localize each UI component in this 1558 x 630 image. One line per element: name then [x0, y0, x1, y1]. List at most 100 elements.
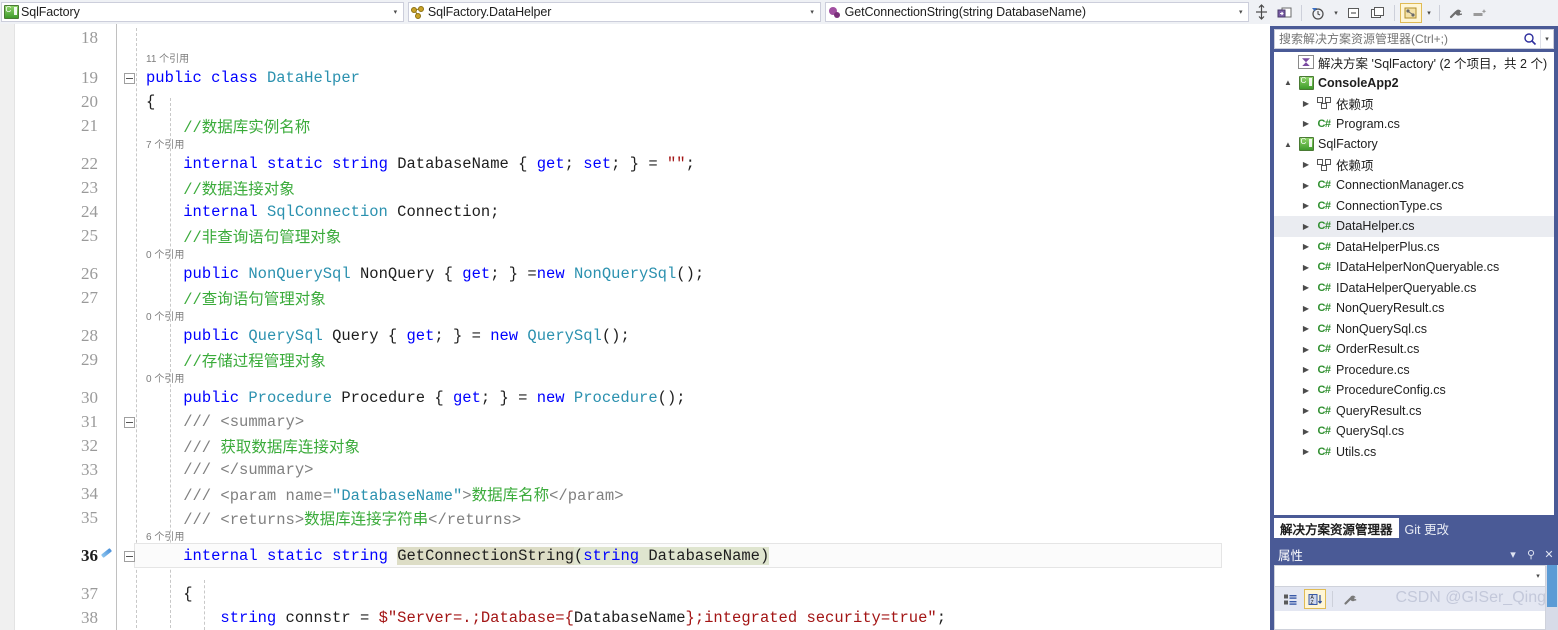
code-line[interactable]: 30 public Procedure Procedure { get; } =… — [14, 386, 1250, 410]
project-dropdown[interactable]: SqlFactory ▾ — [1, 2, 404, 22]
tree-item-connectiontype-cs[interactable]: ▶ C# ConnectionType.cs — [1274, 196, 1554, 217]
tree-item--[interactable]: ▶ 依赖项 — [1274, 155, 1554, 176]
properties-grid[interactable] — [1274, 611, 1546, 630]
properties-wrench-icon[interactable] — [1445, 3, 1467, 23]
solution-explorer-tree[interactable]: 解决方案 'SqlFactory' (2 个项目，共 2 个) ▲ ConsoleA… — [1274, 52, 1554, 515]
chevron-right-icon[interactable]: ▶ — [1298, 283, 1314, 292]
code-line[interactable]: 32 /// 获取数据库连接对象 — [14, 434, 1250, 458]
codelens-reference-count[interactable]: 0 个引用 — [146, 246, 184, 261]
scrollbar-thumb[interactable] — [1547, 565, 1557, 607]
chevron-right-icon[interactable]: ▶ — [1298, 99, 1314, 108]
search-input[interactable] — [1275, 31, 1520, 47]
code-editor[interactable]: 18 11 个引用 19 public class DataHelper 20 {21 /… — [0, 24, 1270, 630]
code-line[interactable]: 22 internal static string DatabaseName {… — [14, 152, 1250, 176]
view-class-diagram-icon[interactable] — [1400, 3, 1422, 23]
pin-icon[interactable]: ⚲ — [1522, 548, 1540, 561]
dock-tab-git-changes[interactable]: Git 更改 — [1399, 518, 1455, 538]
chevron-down-icon[interactable]: ▾ — [805, 8, 820, 16]
split-window-icon[interactable] — [1252, 1, 1270, 23]
tree-item-consoleapp2[interactable]: ▲ ConsoleApp2 — [1274, 73, 1554, 94]
chevron-right-icon[interactable]: ▶ — [1298, 427, 1314, 436]
tree-item-idatahelpernonqueryable-cs[interactable]: ▶ C# IDataHelperNonQueryable.cs — [1274, 257, 1554, 278]
chevron-right-icon[interactable]: ▶ — [1298, 201, 1314, 210]
codelens-reference-count[interactable]: 0 个引用 — [146, 370, 184, 385]
close-icon[interactable]: ✕ — [1540, 548, 1558, 561]
categorized-icon[interactable] — [1279, 589, 1301, 609]
chevron-down-icon[interactable]: ▾ — [1331, 3, 1341, 23]
chevron-right-icon[interactable]: ▶ — [1298, 406, 1314, 415]
codelens-reference-count[interactable]: 11 个引用 — [146, 50, 189, 65]
tree-item--sqlfactory-2-2-[interactable]: 解决方案 'SqlFactory' (2 个项目，共 2 个) — [1274, 52, 1554, 73]
code-line[interactable]: 31 /// <summary> — [14, 410, 1250, 434]
chevron-right-icon[interactable]: ▶ — [1298, 304, 1314, 313]
dock-tab-solution-explorer[interactable]: 解决方案资源管理器 — [1274, 518, 1399, 538]
collapse-region-toggle[interactable] — [124, 416, 135, 428]
pending-changes-filter-icon[interactable] — [1307, 3, 1329, 23]
tree-item-utils-cs[interactable]: ▶ C# Utils.cs — [1274, 442, 1554, 463]
chevron-right-icon[interactable]: ▶ — [1298, 365, 1314, 374]
chevron-down-icon[interactable]: ▾ — [388, 8, 403, 16]
codelens-reference-count[interactable]: 7 个引用 — [146, 136, 184, 151]
collapse-region-toggle[interactable] — [124, 72, 135, 84]
tree-item-procedureconfig-cs[interactable]: ▶ C# ProcedureConfig.cs — [1274, 380, 1554, 401]
code-line[interactable]: 29 //存储过程管理对象 — [14, 348, 1250, 372]
chevron-right-icon[interactable]: ▶ — [1298, 386, 1314, 395]
codelens-reference-count[interactable]: 6 个引用 — [146, 528, 184, 543]
chevron-down-icon[interactable]: ▾ — [1504, 548, 1522, 561]
codelens-reference-count[interactable]: 0 个引用 — [146, 308, 184, 323]
tree-item--[interactable]: ▶ 依赖项 — [1274, 93, 1554, 114]
code-line[interactable]: 20 { — [14, 90, 1250, 114]
code-line[interactable]: 19 public class DataHelper — [14, 66, 1250, 90]
code-line[interactable]: 27 //查询语句管理对象 — [14, 286, 1250, 310]
code-line[interactable]: 26 public NonQuerySql NonQuery { get; } … — [14, 262, 1250, 286]
code-line[interactable]: 24 internal SqlConnection Connection; — [14, 200, 1250, 224]
tree-item-querysql-cs[interactable]: ▶ C# QuerySql.cs — [1274, 421, 1554, 442]
tree-item-datahelperplus-cs[interactable]: ▶ C# DataHelperPlus.cs — [1274, 237, 1554, 258]
chevron-right-icon[interactable]: ▶ — [1298, 222, 1314, 231]
chevron-right-icon[interactable]: ▶ — [1298, 181, 1314, 190]
tree-item-datahelper-cs[interactable]: ▶ C# DataHelper.cs — [1274, 216, 1554, 237]
code-line[interactable]: 38 string connstr = $"Server=.;Database=… — [14, 606, 1250, 630]
code-line[interactable]: 21 //数据库实例名称 — [14, 114, 1250, 138]
property-pages-icon[interactable] — [1339, 589, 1361, 609]
code-line[interactable]: 34 /// <param name="DatabaseName">数据库名称<… — [14, 482, 1250, 506]
preview-selected-items-icon[interactable] — [1469, 3, 1491, 23]
chevron-down-icon[interactable]: ▾ — [1531, 572, 1545, 580]
chevron-down-icon[interactable]: ▲ — [1280, 140, 1296, 149]
tree-item-queryresult-cs[interactable]: ▶ C# QueryResult.cs — [1274, 401, 1554, 422]
collapse-region-toggle[interactable] — [124, 550, 135, 562]
chevron-right-icon[interactable]: ▶ — [1298, 263, 1314, 272]
code-line[interactable]: 33 /// </summary> — [14, 458, 1250, 482]
chevron-down-icon[interactable]: ▾ — [1233, 8, 1248, 16]
tree-item-program-cs[interactable]: ▶ C# Program.cs — [1274, 114, 1554, 135]
tree-item-procedure-cs[interactable]: ▶ C# Procedure.cs — [1274, 360, 1554, 381]
code-line[interactable]: 36 internal static string GetConnectionS… — [14, 544, 1250, 568]
code-line[interactable]: 23 //数据连接对象 — [14, 176, 1250, 200]
go-to-window-icon[interactable] — [1274, 3, 1296, 23]
code-line[interactable]: 37 { — [14, 582, 1250, 606]
code-line[interactable]: 28 public QuerySql Query { get; } = new … — [14, 324, 1250, 348]
tree-item-nonquerysql-cs[interactable]: ▶ C# NonQuerySql.cs — [1274, 319, 1554, 340]
code-line[interactable]: 35 /// <returns>数据库连接字符串</returns> — [14, 506, 1250, 530]
chevron-down-icon[interactable]: ▾ — [1424, 3, 1434, 23]
code-line[interactable]: 25 //非查询语句管理对象 — [14, 224, 1250, 248]
chevron-right-icon[interactable]: ▶ — [1298, 160, 1314, 169]
alphabetical-sort-icon[interactable]: AZ — [1304, 589, 1326, 609]
properties-scrollbar[interactable] — [1546, 565, 1558, 630]
tree-item-nonqueryresult-cs[interactable]: ▶ C# NonQueryResult.cs — [1274, 298, 1554, 319]
show-all-files-icon[interactable] — [1367, 3, 1389, 23]
dock-tab-strip[interactable]: 解决方案资源管理器 Git 更改 — [1270, 516, 1558, 538]
chevron-right-icon[interactable]: ▶ — [1298, 345, 1314, 354]
tree-item-idatahelperqueryable-cs[interactable]: ▶ C# IDataHelperQueryable.cs — [1274, 278, 1554, 299]
chevron-right-icon[interactable]: ▶ — [1298, 324, 1314, 333]
chevron-right-icon[interactable]: ▶ — [1298, 447, 1314, 456]
code-line[interactable]: 18 — [14, 26, 1250, 50]
member-dropdown[interactable]: GetConnectionString(string DatabaseName)… — [824, 2, 1250, 22]
collapse-all-icon[interactable] — [1343, 3, 1365, 23]
chevron-right-icon[interactable]: ▶ — [1298, 242, 1314, 251]
solution-explorer-search[interactable]: ▾ — [1274, 29, 1554, 49]
search-icon[interactable] — [1520, 32, 1540, 46]
tree-item-connectionmanager-cs[interactable]: ▶ C# ConnectionManager.cs — [1274, 175, 1554, 196]
chevron-down-icon[interactable]: ▾ — [1540, 30, 1553, 48]
type-dropdown[interactable]: SqlFactory.DataHelper ▾ — [407, 2, 821, 22]
